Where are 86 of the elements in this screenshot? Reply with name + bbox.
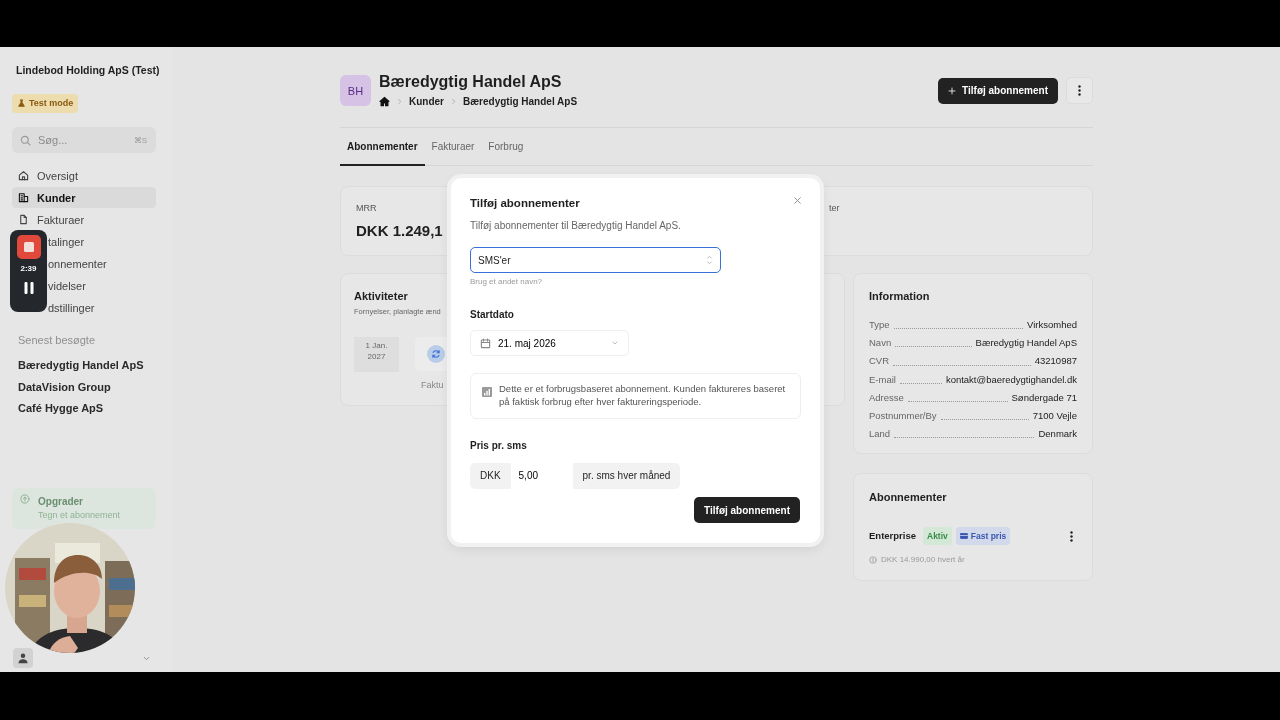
coin-icon <box>869 555 877 564</box>
nav-item[interactable]: Kunder <box>12 187 156 209</box>
add-subscription-button[interactable]: Tilføj abonnement <box>938 77 1058 104</box>
field-value: 7100 Vejle <box>1032 408 1077 423</box>
breadcrumb-link[interactable]: Bæredygtig Handel ApS <box>463 93 578 109</box>
select-value: SMS'er <box>478 253 511 268</box>
building-icon <box>18 192 29 204</box>
event-label: Faktu <box>420 379 445 393</box>
home-icon <box>18 170 29 182</box>
plus-icon <box>948 86 957 95</box>
recent-item[interactable]: DataVision Group <box>12 376 156 398</box>
upgrade-title: Opgrader <box>38 495 84 509</box>
tab[interactable]: Forbrug <box>481 127 531 166</box>
field-label: Type <box>869 318 890 333</box>
field-label: E-mail <box>869 372 896 387</box>
company-avatar: BH <box>340 75 371 107</box>
field-value: 43210987 <box>1034 354 1077 369</box>
nav-item[interactable]: videlser <box>48 275 156 297</box>
kebab-icon <box>1078 85 1081 97</box>
date-text: 1 Jan. <box>364 341 389 352</box>
pricing-badge: Fast pris <box>955 526 1011 546</box>
refresh-icon <box>427 345 445 364</box>
upgrade-subtitle: Tegn et abonnement <box>38 509 121 522</box>
card-title: Abonnementer <box>869 490 948 506</box>
kebab-icon <box>1070 531 1073 543</box>
page-title: Bæredygtig Handel ApS <box>379 73 563 91</box>
close-icon <box>793 195 802 205</box>
section-label: Senest besøgte <box>18 333 97 349</box>
date-text: 2027 <box>366 351 387 363</box>
updown-icon <box>706 255 713 266</box>
dialog-subtitle: Tilføj abonnementer til Bæredygtig Handel ApS. <box>470 219 682 234</box>
field-value: kontakt@baeredygtighandel.dk <box>945 372 1077 387</box>
chevron-right-icon <box>450 97 457 105</box>
stat-value: DKK 1.249,1 <box>356 221 443 242</box>
date-picker[interactable]: 21. maj 2026 <box>470 330 629 357</box>
field-label: Startdato <box>470 308 515 323</box>
currency-label: DKK <box>470 462 511 489</box>
field-label: CVR <box>869 354 890 369</box>
pause-icon <box>23 282 34 295</box>
nav-item[interactable]: Fakturaer <box>12 209 156 231</box>
submit-button[interactable]: Tilføj abonnement <box>694 497 800 523</box>
calendar-icon <box>480 337 491 349</box>
tab[interactable]: Fakturaer <box>424 127 482 166</box>
chart-icon <box>482 385 492 396</box>
pause-button[interactable] <box>23 279 34 296</box>
nav-item[interactable]: dstillinger <box>48 297 156 319</box>
test-mode-badge: Test mode <box>12 93 79 114</box>
card-icon <box>959 531 968 540</box>
status-badge: Aktiv <box>923 526 952 546</box>
chevron-right-icon <box>396 97 403 105</box>
field-value: Bæredygtig Handel ApS <box>975 336 1077 351</box>
subscription-price: DKK 14.990,00 hvert år <box>881 553 965 566</box>
upgrade-icon <box>20 494 30 504</box>
card-title: Aktiviteter <box>354 288 409 304</box>
document-icon <box>18 214 29 226</box>
recording-time: 2:39 <box>20 263 37 275</box>
home-icon[interactable] <box>379 95 390 107</box>
name-select[interactable]: SMS'er <box>470 247 721 274</box>
leader-line <box>899 382 942 384</box>
field-label: Adresse <box>869 390 904 405</box>
flask-icon <box>17 99 26 108</box>
stat-label: ter <box>829 201 840 215</box>
subscription-name: Enterprise <box>869 528 916 543</box>
field-value: Denmark <box>1038 427 1077 442</box>
tab[interactable]: Abonnementer <box>340 127 425 166</box>
field-value: Søndergade 71 <box>1011 390 1077 405</box>
search-icon <box>20 134 31 146</box>
field-label: Postnummer/By <box>869 408 937 423</box>
recent-item[interactable]: Café Hygge ApS <box>12 397 156 420</box>
stop-button[interactable] <box>16 235 41 259</box>
card-title: Information <box>869 288 931 304</box>
stop-icon <box>23 242 34 252</box>
field-value: Virksomhed <box>1027 318 1077 333</box>
user-avatar-icon[interactable] <box>13 648 33 668</box>
nav-item[interactable]: onnementer <box>48 253 156 275</box>
field-label: Land <box>869 427 891 442</box>
stat-label: MRR <box>356 201 377 215</box>
field-label: Pris pr. sms <box>470 438 528 453</box>
field-label: Navn <box>869 336 892 351</box>
nav-item[interactable]: Oversigt <box>12 165 156 187</box>
dialog-title: Tilføj abonnementer <box>470 196 580 211</box>
info-text: Dette er et forbrugsbaseret abonnement. Kunden faktureres baseret på faktisk forbrug efter hver faktureringsperiode. <box>499 383 787 409</box>
unit-label: pr. sms hver måned <box>572 462 681 489</box>
nav-item[interactable]: talinger <box>48 231 156 253</box>
recent-item[interactable]: Bæredygtig Handel ApS <box>12 354 156 377</box>
breadcrumb-link[interactable]: Kunder <box>409 93 444 109</box>
